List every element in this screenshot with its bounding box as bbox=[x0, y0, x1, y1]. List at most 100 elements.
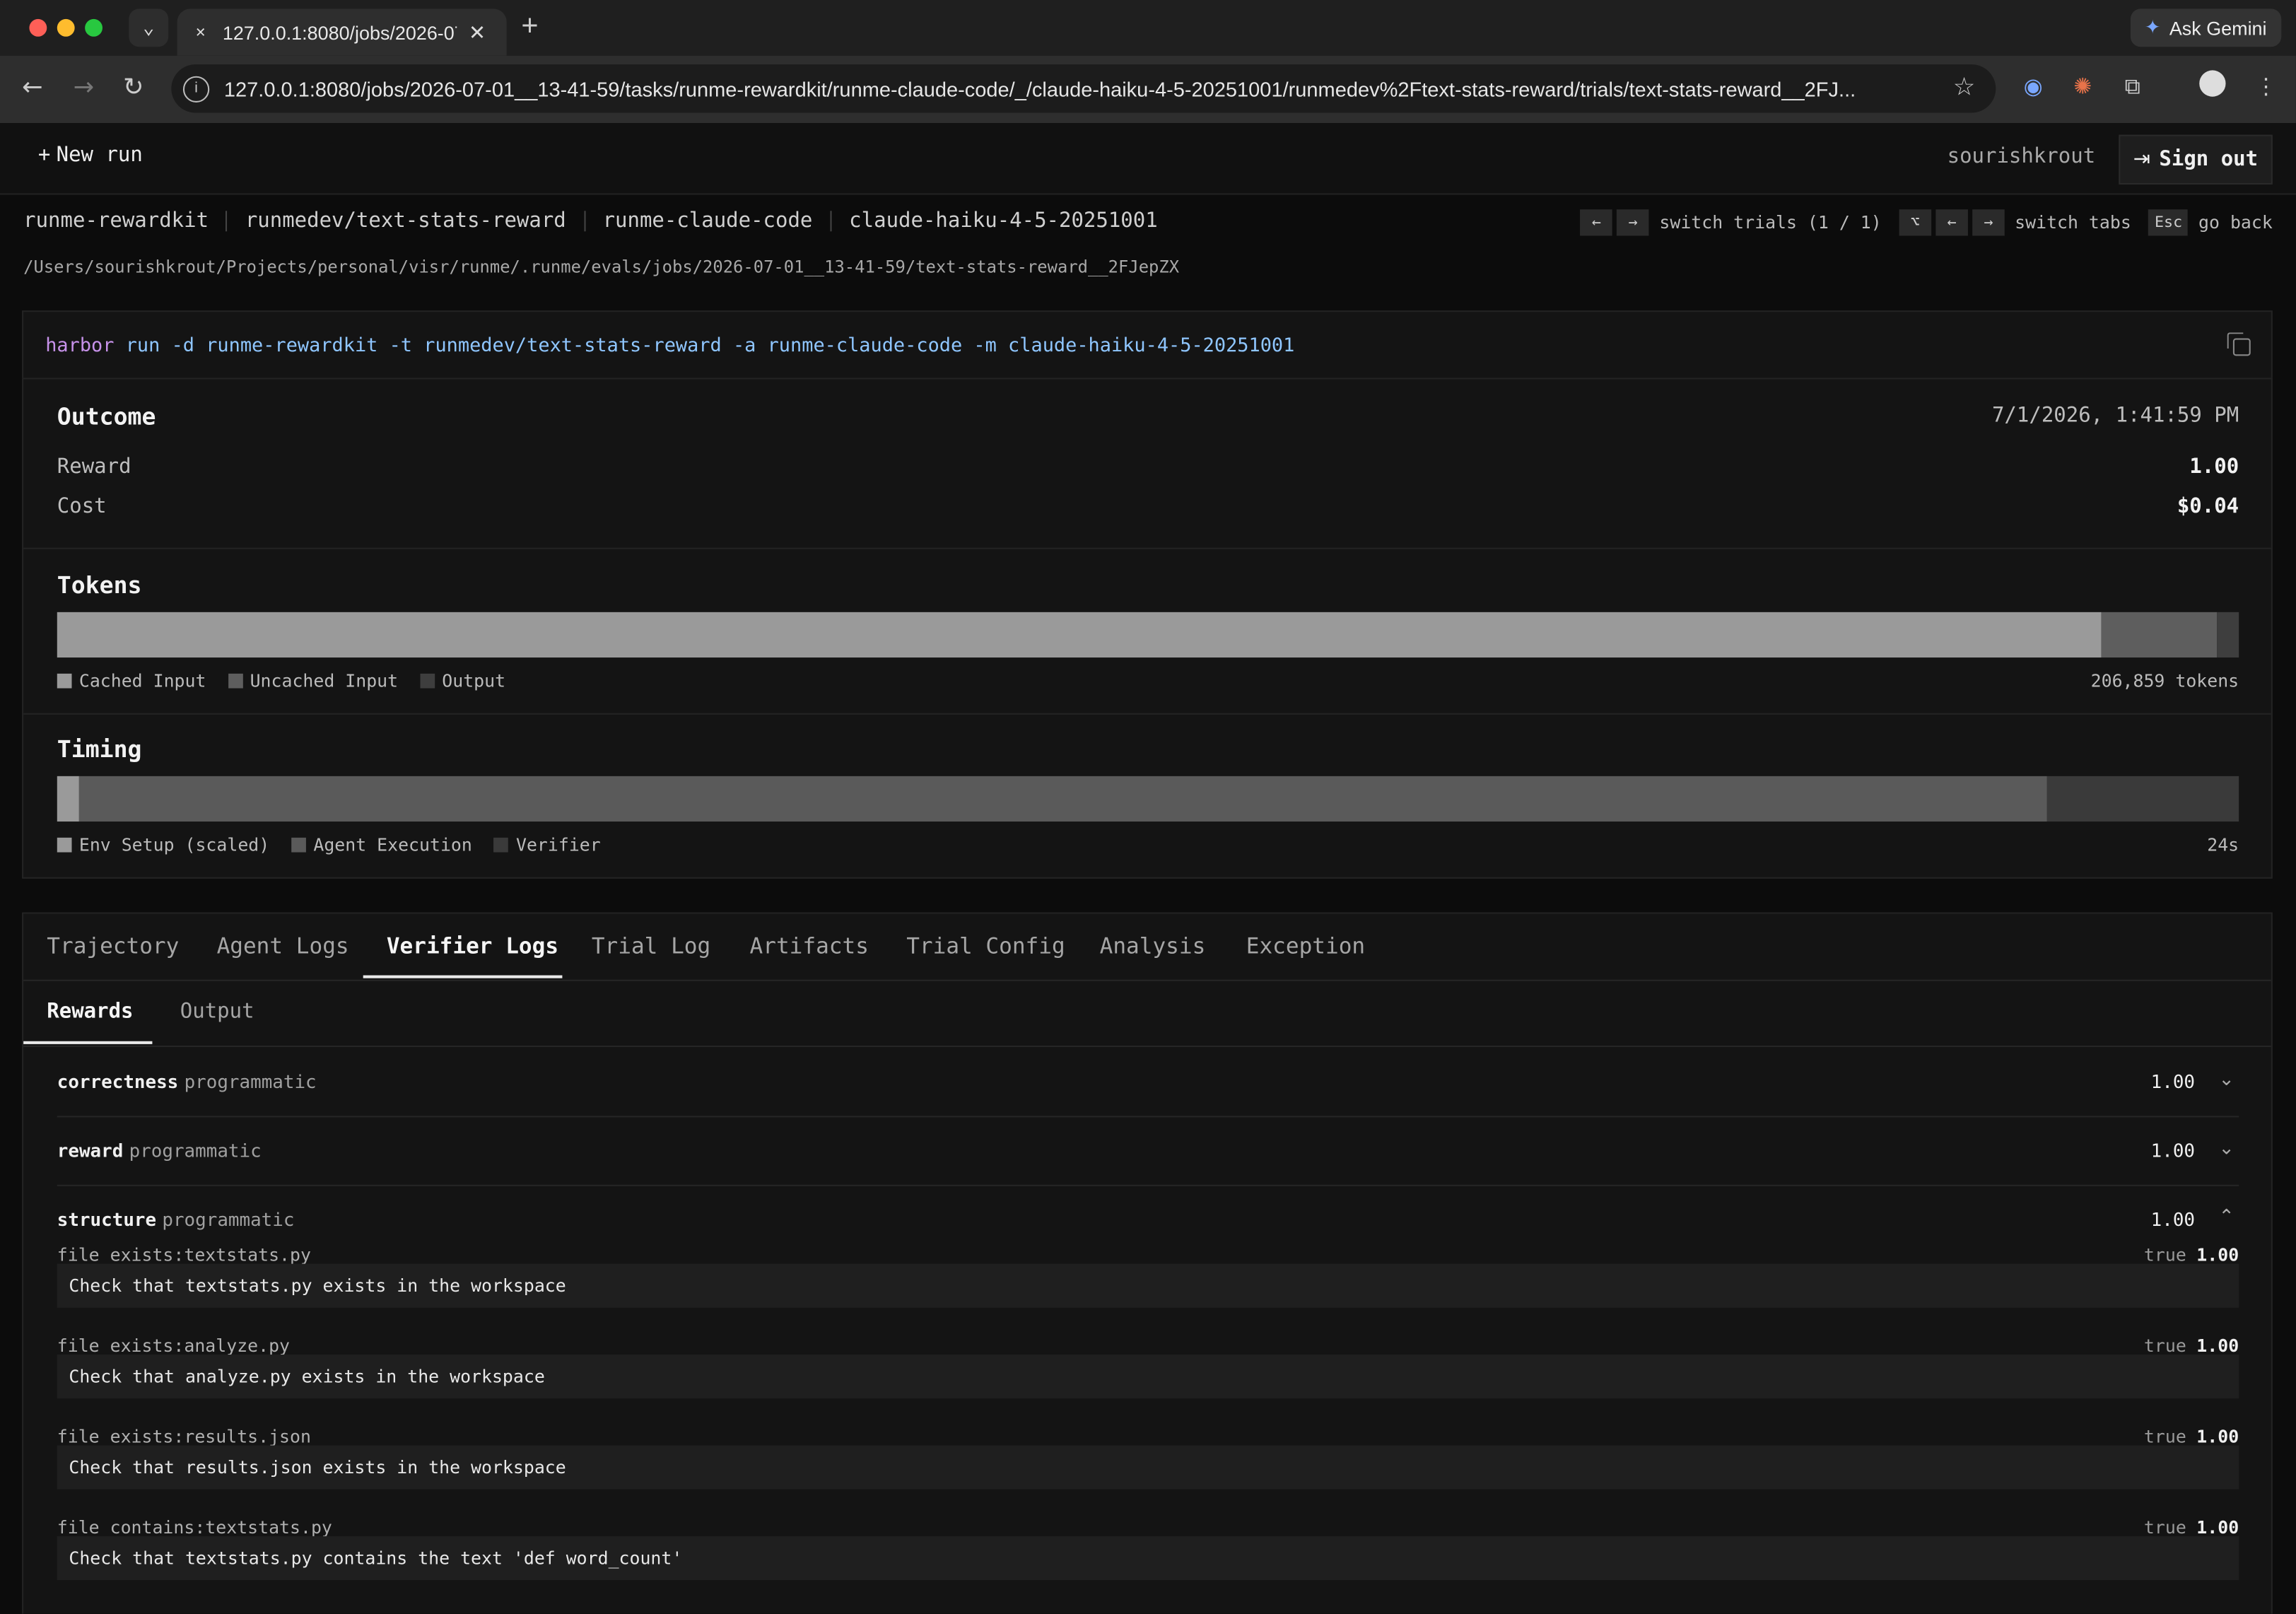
new-run-button[interactable]: + New run bbox=[38, 144, 143, 167]
timing-legend-item: Env Setup (scaled) bbox=[57, 835, 269, 855]
timing-legend-label: Verifier bbox=[516, 834, 601, 855]
tokens-legend-label: Output bbox=[442, 670, 506, 691]
criterion-result: true 1.00 bbox=[2144, 1245, 2239, 1265]
active-tab-underline bbox=[363, 975, 563, 978]
reward-row[interactable]: reward programmatic 1.00 ⌄ bbox=[57, 1116, 2239, 1186]
gemini-sparkle-icon: ✦ bbox=[2144, 16, 2161, 38]
minimize-window-button[interactable] bbox=[57, 18, 75, 37]
chevron-down-icon[interactable]: ⌄ bbox=[2218, 1069, 2234, 1091]
tokens-legend: Cached Input Uncached Input Output bbox=[57, 671, 527, 691]
tab-trial-log[interactable]: Trial Log bbox=[592, 932, 710, 959]
extension-claude-icon[interactable]: ✺ bbox=[2073, 74, 2092, 100]
criterion-description: Check that textstats.py exists in the wo… bbox=[57, 1263, 2239, 1308]
details-panel: Trajectory Agent Logs Verifier Logs Trial L… bbox=[22, 912, 2273, 1614]
zoom-window-button[interactable] bbox=[85, 18, 102, 37]
tab-exception[interactable]: Exception bbox=[1246, 932, 1365, 959]
tab-search-button[interactable]: ⌄ bbox=[129, 8, 169, 47]
reload-icon[interactable]: ↻ bbox=[123, 74, 144, 103]
window-controls bbox=[29, 18, 102, 37]
criterion-score: 1.00 bbox=[2196, 1426, 2239, 1447]
reward-name: structure programmatic bbox=[57, 1208, 295, 1230]
timing-legend-swatch bbox=[493, 837, 509, 853]
breadcrumb-agent[interactable]: runme-claude-code bbox=[603, 209, 813, 233]
criterion-name: file_exists:textstats.py bbox=[57, 1244, 311, 1265]
profile-avatar-icon[interactable] bbox=[2199, 70, 2226, 97]
breadcrumb-separator bbox=[226, 211, 228, 232]
tab-trial-config[interactable]: Trial Config bbox=[906, 932, 1065, 959]
criterion-result: true 1.00 bbox=[2144, 1517, 2239, 1538]
favicon-icon: ✕ bbox=[195, 22, 206, 41]
browser-menu-icon[interactable]: ⋮ bbox=[2255, 74, 2277, 100]
arrow-right-key-icon: → bbox=[1617, 209, 1649, 236]
extension-password-icon[interactable]: ◉ bbox=[2024, 74, 2043, 100]
outcome-section: Outcome 7/1/2026, 1:41:59 PM Reward 1.00… bbox=[23, 379, 2271, 549]
sign-out-label: Sign out bbox=[2159, 148, 2259, 172]
reward-name-text: reward bbox=[57, 1139, 124, 1162]
timing-bar bbox=[57, 776, 2239, 822]
breadcrumb-task[interactable]: runmedev/text-stats-reward bbox=[245, 209, 566, 233]
tab-verifier-logs[interactable]: Verifier Logs bbox=[387, 932, 558, 959]
tokens-bar bbox=[57, 612, 2239, 658]
forward-arrow-icon[interactable]: → bbox=[74, 74, 95, 103]
tab-trajectory[interactable]: Trajectory bbox=[47, 932, 179, 959]
reward-kind: programmatic bbox=[184, 1070, 317, 1093]
outcome-timestamp: 7/1/2026, 1:41:59 PM bbox=[1991, 404, 2239, 428]
tab-artifacts[interactable]: Artifacts bbox=[750, 932, 869, 959]
switch-tabs-hint: switch tabs bbox=[2015, 212, 2131, 233]
criterion-passed: true bbox=[2143, 1426, 2186, 1447]
tab-agent-logs[interactable]: Agent Logs bbox=[217, 932, 349, 959]
sign-out-button[interactable]: ⇥ Sign out bbox=[2118, 134, 2273, 185]
breadcrumb-dataset[interactable]: runme-rewardkit bbox=[23, 209, 209, 233]
url-text[interactable]: 127.0.0.1:8080/jobs/2026-07-01__13-41-59… bbox=[224, 77, 1934, 100]
tokens-segment bbox=[2217, 612, 2239, 658]
bookmark-star-icon[interactable]: ☆ bbox=[1953, 74, 1976, 103]
extensions-puzzle-icon[interactable]: ⧉ bbox=[2125, 74, 2140, 100]
reward-row[interactable]: structure programmatic 1.00 ⌃ bbox=[57, 1185, 2239, 1253]
go-back-hint: go back bbox=[2198, 212, 2273, 233]
command-text[interactable]: harbor run -d runme-rewardkit -t runmede… bbox=[45, 335, 1294, 357]
chevron-down-icon[interactable]: ⌄ bbox=[2218, 1138, 2234, 1159]
tokens-segment bbox=[57, 612, 2102, 658]
close-tab-icon[interactable]: ✕ bbox=[469, 20, 486, 45]
back-arrow-icon[interactable]: ← bbox=[22, 74, 43, 103]
chevron-up-icon[interactable]: ⌃ bbox=[2218, 1207, 2234, 1229]
timing-section: Timing Env Setup (scaled) Agent Execution… bbox=[23, 715, 2271, 880]
verifier-subtabs: Rewards Output bbox=[23, 981, 2271, 1048]
close-window-button[interactable] bbox=[29, 18, 47, 37]
reward-name-text: correctness bbox=[57, 1070, 179, 1093]
ask-gemini-button[interactable]: ✦ Ask Gemini bbox=[2130, 8, 2282, 47]
timing-segment bbox=[2046, 776, 2239, 822]
criterion-passed: true bbox=[2143, 1244, 2186, 1265]
tab-analysis[interactable]: Analysis bbox=[1100, 932, 1206, 959]
timing-legend: Env Setup (scaled) Agent Execution Verifie… bbox=[57, 835, 623, 855]
breadcrumb-model[interactable]: claude-haiku-4-5-20251001 bbox=[849, 209, 1157, 233]
copy-icon[interactable] bbox=[2227, 332, 2251, 356]
address-bar[interactable]: i 127.0.0.1:8080/jobs/2026-07-01__13-41-… bbox=[171, 64, 1996, 113]
timing-legend-item: Agent Execution bbox=[291, 835, 472, 855]
logout-icon: ⇥ bbox=[2133, 148, 2150, 172]
arrow-left-key-icon: ← bbox=[1935, 209, 1968, 236]
arrow-left-key-icon: ← bbox=[1580, 209, 1613, 236]
site-info-icon[interactable]: i bbox=[182, 75, 210, 102]
reward-kind: programmatic bbox=[162, 1207, 295, 1230]
new-tab-button[interactable]: + bbox=[521, 10, 538, 44]
reward-label: Reward bbox=[57, 455, 131, 479]
tokens-legend-label: Cached Input bbox=[78, 670, 206, 691]
reward-row[interactable]: correctness programmatic 1.00 ⌄ bbox=[57, 1047, 2239, 1118]
timing-legend-item: Verifier bbox=[493, 834, 601, 855]
browser-tab-bar: ⌄ ✕ 127.0.0.1:8080/jobs/2026-07 ✕ + ✦ As… bbox=[0, 0, 2296, 56]
tokens-legend-swatch bbox=[57, 673, 72, 689]
subtab-output[interactable]: Output bbox=[180, 1000, 254, 1024]
tokens-segment bbox=[2101, 612, 2218, 658]
timing-legend-swatch bbox=[291, 837, 307, 853]
criterion-name: file_exists:results.json bbox=[57, 1426, 311, 1447]
subtab-rewards[interactable]: Rewards bbox=[47, 1000, 133, 1024]
trial-path: /Users/sourishkrout/Projects/personal/vi… bbox=[23, 256, 1180, 277]
criterion-item: file_exists:textstats.py true 1.00 Check th… bbox=[57, 1245, 2239, 1335]
criterion-item: file_contains:textstats.py true 1.00 Check … bbox=[57, 1517, 2239, 1608]
plus-icon: + bbox=[37, 143, 51, 168]
switch-trials-hint: switch trials (1 / 1) bbox=[1659, 212, 1882, 233]
timing-legend-label: Env Setup (scaled) bbox=[78, 834, 270, 855]
criterion-score: 1.00 bbox=[2196, 1516, 2239, 1538]
browser-tab[interactable]: ✕ 127.0.0.1:8080/jobs/2026-07 ✕ bbox=[177, 8, 507, 56]
